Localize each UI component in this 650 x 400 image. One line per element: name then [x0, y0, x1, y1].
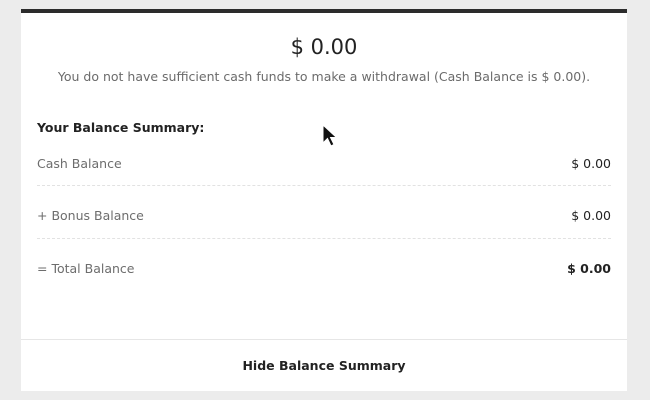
cash-balance-label: Cash Balance	[37, 156, 122, 171]
total-balance-value: $ 0.00	[567, 261, 611, 276]
bonus-balance-value: $ 0.00	[571, 208, 611, 223]
bonus-balance-row: + Bonus Balance $ 0.00	[37, 208, 611, 228]
total-balance-row: = Total Balance $ 0.00	[37, 261, 611, 281]
insufficient-funds-notice: You do not have sufficient cash funds to…	[57, 69, 591, 84]
row-divider	[37, 185, 611, 186]
cash-balance-row: Cash Balance $ 0.00	[37, 156, 611, 176]
hide-balance-summary-button[interactable]: Hide Balance Summary	[21, 340, 627, 391]
total-balance-label: = Total Balance	[37, 261, 135, 276]
card-footer: Hide Balance Summary	[21, 339, 627, 391]
row-divider	[37, 238, 611, 239]
mouse-pointer-icon	[322, 124, 338, 147]
cash-balance-value: $ 0.00	[571, 156, 611, 171]
balance-summary-title: Your Balance Summary:	[37, 120, 205, 135]
bonus-balance-label: + Bonus Balance	[37, 208, 144, 223]
withdrawal-card: $ 0.00 You do not have sufficient cash f…	[21, 9, 627, 391]
withdrawal-amount: $ 0.00	[290, 35, 358, 59]
